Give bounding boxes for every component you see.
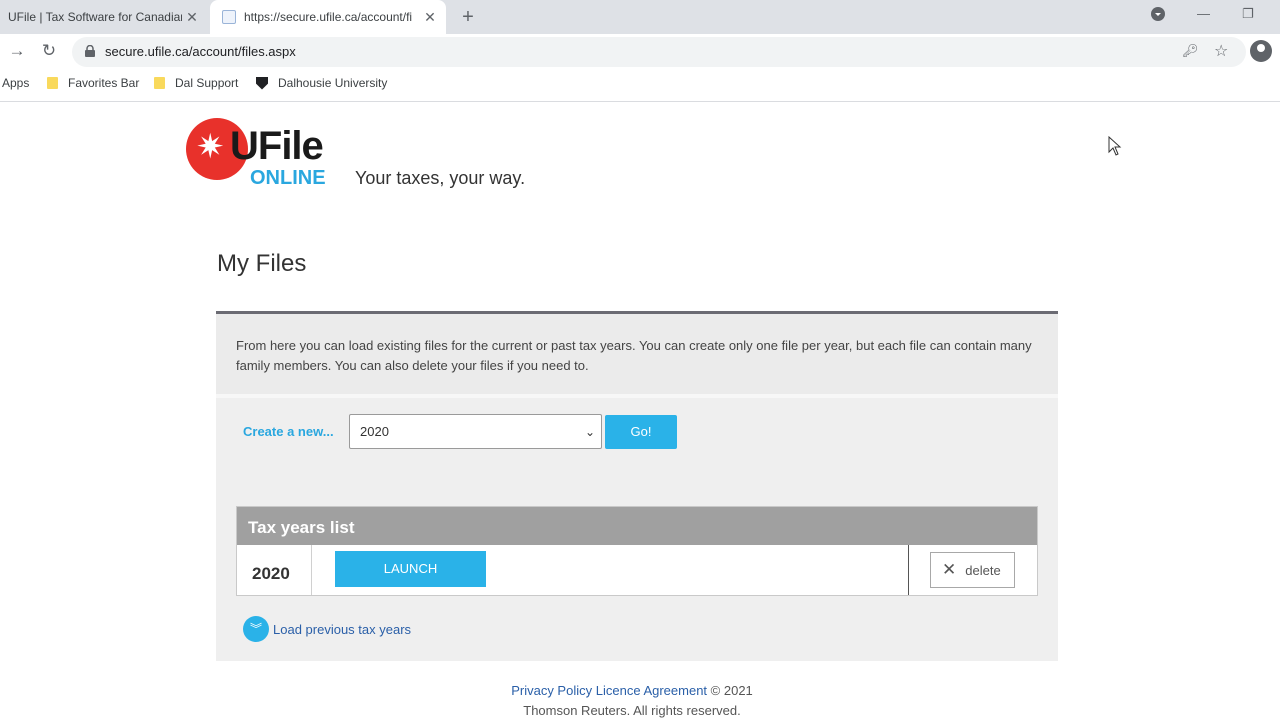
rights-text: Thomson Reuters. All rights reserved. [523,703,741,718]
delete-button[interactable]: ✕ delete [930,552,1015,588]
folder-icon [154,77,165,89]
divider [908,545,909,595]
reload-icon[interactable]: ↻ [39,41,59,61]
delete-label: delete [965,562,1001,578]
tab-strip: UFile | Tax Software for Canadian ✕ http… [0,0,1280,34]
tab-ufile-home[interactable]: UFile | Tax Software for Canadian ✕ [0,0,208,34]
bookmark-apps[interactable]: Apps [2,76,29,90]
page-favicon-icon [222,10,236,24]
tax-years-list: Tax years list 2020 LAUNCH ✕ delete [236,506,1038,596]
page-title: My Files [217,250,307,277]
new-tab-plus-icon[interactable]: + [458,6,478,29]
tab-files[interactable]: https://secure.ufile.ca/account/fi ✕ [210,0,446,34]
tagline: Your taxes, your way. [355,168,526,188]
selected-year: 2020 [360,424,389,439]
folder-icon [47,77,58,89]
bookmark-dal-support[interactable]: Dal Support [154,76,238,90]
bookmark-label: Favorites Bar [68,76,140,90]
star-icon[interactable]: ☆ [1214,41,1228,61]
files-panel: From here you can load existing files fo… [216,311,1058,661]
logo-wordmark: UFile [230,124,324,168]
address-bar[interactable]: secure.ufile.ca/account/files.aspx 🔑︎ ☆ [72,37,1246,67]
bookmark-favorites-bar[interactable]: Favorites Bar [47,76,139,90]
tab-search-icon[interactable] [1150,6,1166,25]
restore-icon[interactable]: ❐ [1242,6,1254,22]
copyright-year: © 2021 [710,683,753,698]
year-cell: 2020 [237,545,312,595]
bookmark-label: Dalhousie University [278,76,388,90]
privacy-policy-link[interactable]: Privacy Policy [511,683,592,698]
intro-text: From here you can load existing files fo… [216,314,1058,398]
tax-year-select[interactable]: 2020 ⌄ [349,414,602,449]
tab-title: https://secure.ufile.ca/account/fi [244,10,413,24]
back-arrow-icon[interactable]: → [7,41,27,61]
lock-icon [85,45,95,57]
browser-toolbar: → ↻ secure.ufile.ca/account/files.aspx 🔑… [0,34,1280,70]
profile-avatar-icon[interactable] [1250,40,1272,62]
bookmarks-bar: Apps Favorites Bar Dal Support Dalhousie… [0,70,1280,102]
double-chevron-down-icon: ︾ [243,616,269,642]
bookmark-label: Apps [2,76,30,90]
go-button[interactable]: Go! [605,415,677,449]
key-icon[interactable]: 🔑︎ [1182,43,1199,59]
shield-icon [256,76,268,90]
bookmark-label: Dal Support [175,76,239,90]
maple-leaf-icon: ✷ [196,128,225,166]
footer: Privacy Policy Licence Agreement © 2021 … [0,681,1264,720]
bookmark-dalhousie-university[interactable]: Dalhousie University [256,76,387,90]
tax-years-heading: Tax years list [237,507,1037,545]
create-new-label: Create a new... [243,424,334,439]
launch-button[interactable]: LAUNCH [335,551,486,587]
tab-title: UFile | Tax Software for Canadian [8,10,182,24]
logo-subtitle: ONLINE [250,167,326,189]
url-text: secure.ufile.ca/account/files.aspx [105,44,296,59]
licence-agreement-link[interactable]: Licence Agreement [596,683,707,698]
load-previous-label: Load previous tax years [273,621,412,637]
close-icon[interactable]: ✕ [420,9,440,26]
close-icon: ✕ [942,560,957,579]
load-previous-link[interactable]: ︾ Load previous tax years [243,616,411,642]
table-row: 2020 LAUNCH ✕ delete [237,545,1037,595]
ufile-logo[interactable]: ✷ UFile ONLINE [186,118,336,190]
close-icon[interactable]: ✕ [182,9,202,26]
minimize-icon[interactable]: — [1197,6,1210,21]
chevron-down-icon: ⌄ [584,425,595,439]
